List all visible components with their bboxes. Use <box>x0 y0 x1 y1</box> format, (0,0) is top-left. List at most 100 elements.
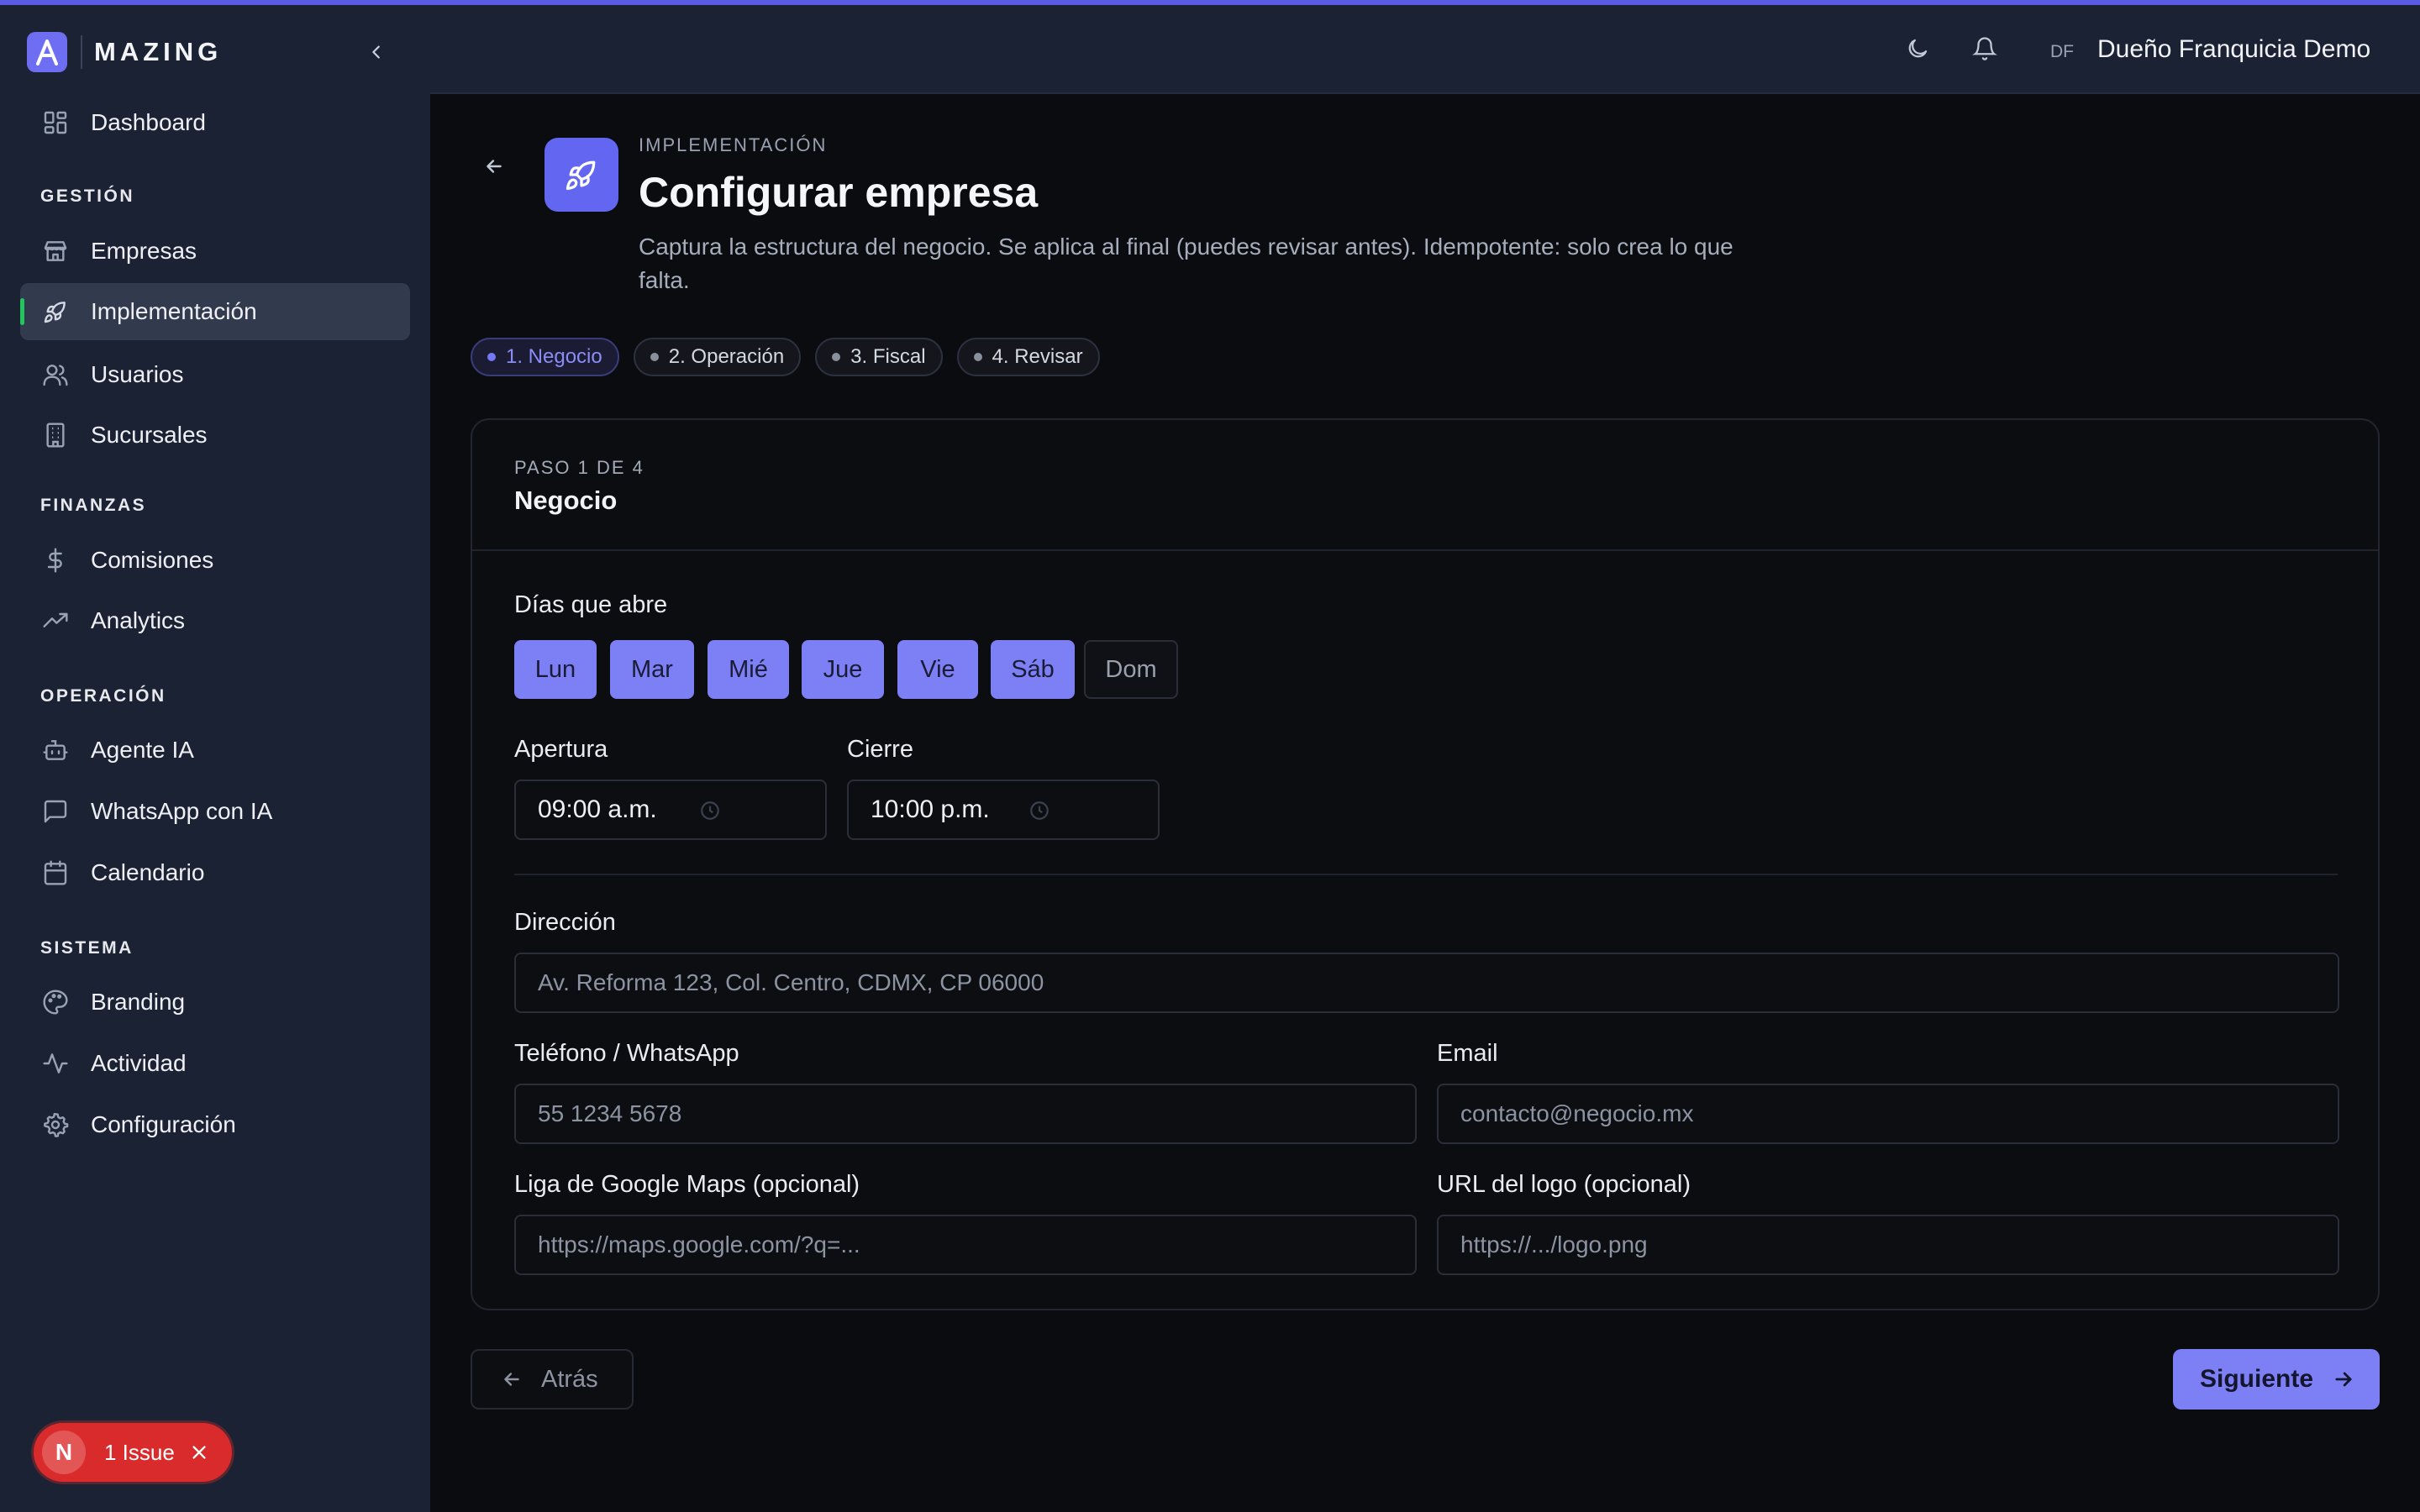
grid-icon <box>40 108 71 138</box>
next-logo-icon: N <box>42 1431 86 1474</box>
brand[interactable]: MAZING <box>27 27 222 77</box>
chevron-left-icon <box>372 45 380 59</box>
user-menu-name[interactable]: Dueño Franquicia Demo <box>2097 35 2370 64</box>
palette-icon <box>40 987 71 1017</box>
card-title: Negocio <box>514 486 618 515</box>
sidebar-item-label: Branding <box>91 989 186 1015</box>
sidebar-item-branding[interactable]: Branding <box>20 974 410 1031</box>
address-label: Dirección <box>514 909 616 936</box>
step-fiscal[interactable]: 3. Fiscal <box>815 338 943 376</box>
maps-label: Liga de Google Maps (opcional) <box>514 1171 860 1198</box>
sidebar-item-label: Calendario <box>91 859 205 885</box>
phone-input[interactable]: 55 1234 5678 <box>514 1084 1417 1144</box>
close-icon[interactable] <box>188 1441 210 1463</box>
day-toggle-vie[interactable]: Vie <box>897 640 978 699</box>
sidebar-item-whatsapp-ia[interactable]: WhatsApp con IA <box>20 783 410 840</box>
sidebar-item-label: Agente IA <box>91 737 194 763</box>
step-label: 3. Fiscal <box>850 345 926 368</box>
brand-name: MAZING <box>94 37 223 66</box>
sidebar-item-comisiones[interactable]: Comisiones <box>20 532 410 589</box>
top-header: DF Dueño Franquicia Demo <box>430 5 2420 94</box>
moon-icon <box>1908 39 1928 58</box>
sidebar-item-label: Sucursales <box>91 422 208 448</box>
opening-time-value: 09:00 a.m. <box>538 795 657 823</box>
day-toggle-dom[interactable]: Dom <box>1084 640 1178 699</box>
day-toggle-mie[interactable]: Mié <box>708 640 789 699</box>
store-icon <box>40 236 71 266</box>
sidebar-item-label: Actividad <box>91 1050 187 1076</box>
step-negocio[interactable]: 1. Negocio <box>471 338 619 376</box>
theme-toggle-button[interactable] <box>1901 32 1934 66</box>
step-revisar[interactable]: 4. Revisar <box>956 338 1100 376</box>
back-button[interactable] <box>477 150 511 183</box>
days-label: Días que abre <box>514 591 668 618</box>
sidebar-item-label: Configuración <box>91 1111 236 1137</box>
stepper: 1. Negocio 2. Operación 3. Fiscal 4. Rev… <box>471 338 1100 376</box>
arrow-left-icon <box>501 1368 523 1390</box>
sidebar-item-agente-ia[interactable]: Agente IA <box>20 722 410 779</box>
sidebar-item-calendario[interactable]: Calendario <box>20 844 410 901</box>
previous-step-button[interactable]: Atrás <box>471 1349 634 1410</box>
card-header: PASO 1 DE 4 Negocio <box>472 420 2378 551</box>
sidebar-item-label: WhatsApp con IA <box>91 798 273 824</box>
sidebar-item-implementacion[interactable]: Implementación <box>20 283 410 340</box>
day-toggle-lun[interactable]: Lun <box>514 640 597 699</box>
section-title-sistema: SISTEMA <box>40 938 134 958</box>
sidebar-item-usuarios[interactable]: Usuarios <box>20 346 410 403</box>
building-icon <box>40 420 71 450</box>
section-divider <box>514 874 2338 875</box>
next-step-button[interactable]: Siguiente <box>2173 1349 2380 1410</box>
address-input[interactable]: Av. Reforma 123, Col. Centro, CDMX, CP 0… <box>514 953 2339 1013</box>
page-eyebrow: IMPLEMENTACIÓN <box>639 134 828 155</box>
issue-badge[interactable]: N 1 Issue <box>34 1423 232 1482</box>
step-label: 1. Negocio <box>506 345 602 368</box>
section-title-operacion: OPERACIÓN <box>40 686 166 706</box>
closing-time-input[interactable]: 10:00 p.m. <box>847 780 1160 840</box>
step-dot <box>832 353 841 361</box>
avatar[interactable]: DF <box>2050 42 2074 62</box>
sidebar-item-analytics[interactable]: Analytics <box>20 592 410 649</box>
sidebar-item-empresas[interactable]: Empresas <box>20 223 410 280</box>
closing-label: Cierre <box>847 736 913 763</box>
day-toggle-mar[interactable]: Mar <box>610 640 694 699</box>
trending-up-icon <box>40 606 71 636</box>
section-title-gestion: GESTIÓN <box>40 186 135 206</box>
sidebar-item-label: Implementación <box>91 298 257 324</box>
arrow-right-icon <box>2332 1368 2355 1391</box>
collapse-sidebar-button[interactable] <box>360 35 393 69</box>
step-label: 4. Revisar <box>992 345 1083 368</box>
rocket-icon <box>566 160 596 191</box>
phone-label: Teléfono / WhatsApp <box>514 1040 739 1067</box>
step-dot <box>650 353 659 361</box>
sidebar-item-label: Dashboard <box>91 109 206 135</box>
section-title-finanzas: FINANZAS <box>40 496 147 515</box>
activity-icon <box>40 1048 71 1079</box>
calendar-icon <box>40 858 71 888</box>
sidebar-item-sucursales[interactable]: Sucursales <box>20 407 410 464</box>
logo-url-input[interactable]: https://.../logo.png <box>1437 1215 2339 1275</box>
next-step-label: Siguiente <box>2200 1365 2314 1393</box>
previous-step-label: Atrás <box>541 1365 598 1393</box>
sidebar-item-actividad[interactable]: Actividad <box>20 1035 410 1092</box>
sidebar-item-label: Comisiones <box>91 547 214 573</box>
sidebar-item-label: Usuarios <box>91 361 184 387</box>
step-operacion[interactable]: 2. Operación <box>633 338 802 376</box>
brand-logo <box>27 32 67 72</box>
email-input[interactable]: contacto@negocio.mx <box>1437 1084 2339 1144</box>
step-label: 2. Operación <box>668 345 785 368</box>
opening-label: Apertura <box>514 736 608 763</box>
logo-url-label: URL del logo (opcional) <box>1437 1171 1691 1198</box>
sidebar-item-dashboard[interactable]: Dashboard <box>20 94 410 151</box>
issue-count: 1 Issue <box>104 1439 175 1465</box>
arrow-left-icon <box>487 160 502 173</box>
day-toggle-sab[interactable]: Sáb <box>991 640 1075 699</box>
sidebar: MAZING Dashboard GESTIÓN Empresas Implem… <box>0 5 430 1512</box>
rocket-icon <box>40 297 71 327</box>
maps-url-input[interactable]: https://maps.google.com/?q=... <box>514 1215 1417 1275</box>
opening-time-input[interactable]: 09:00 a.m. <box>514 780 827 840</box>
email-label: Email <box>1437 1040 1498 1067</box>
notifications-button[interactable] <box>1968 32 2002 66</box>
sidebar-item-configuracion[interactable]: Configuración <box>20 1096 410 1153</box>
clock-icon <box>701 801 719 820</box>
day-toggle-jue[interactable]: Jue <box>802 640 884 699</box>
